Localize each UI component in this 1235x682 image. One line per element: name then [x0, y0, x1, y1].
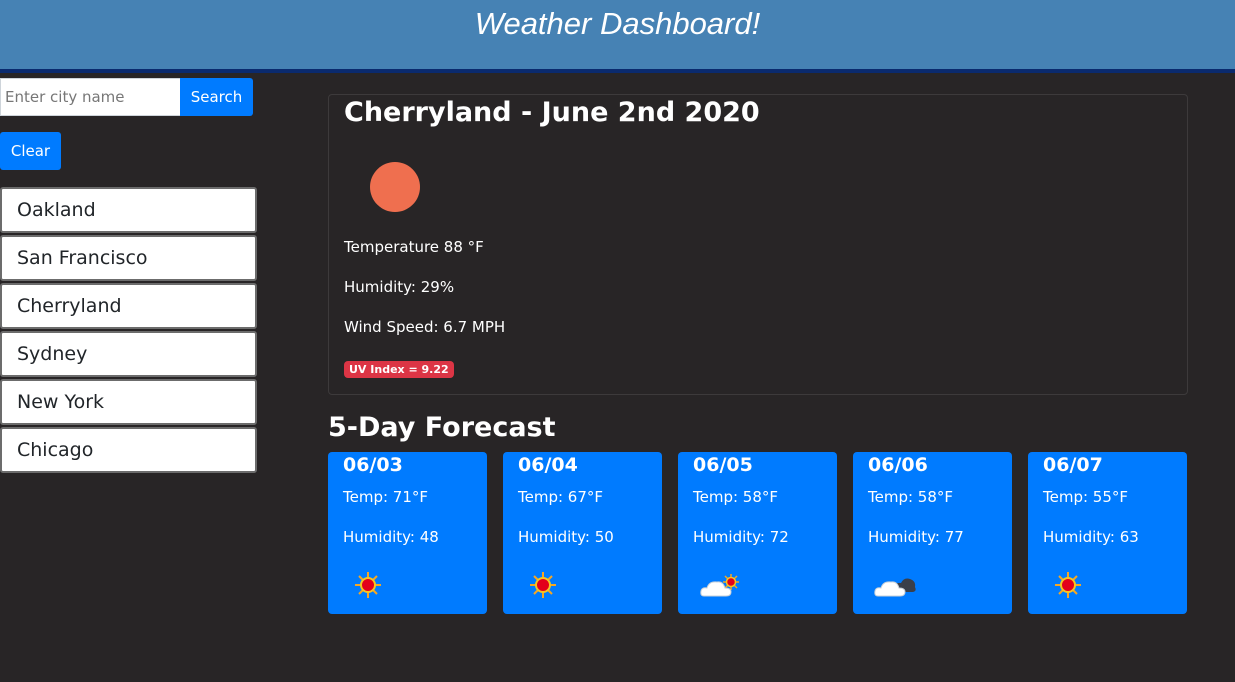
sun-icon — [1055, 572, 1081, 598]
forecast-humidity: Humidity: 50 — [518, 528, 614, 546]
search-button[interactable]: Search — [180, 78, 253, 116]
forecast-humidity: Humidity: 63 — [1043, 528, 1139, 546]
current-weather-card: Cherryland - June 2nd 2020 Temperature 8… — [328, 94, 1188, 395]
forecast-temp: Temp: 55°F — [1043, 488, 1129, 506]
city-item-oakland[interactable]: Oakland — [0, 187, 257, 233]
city-search-input[interactable] — [0, 78, 180, 116]
clear-button[interactable]: Clear — [0, 132, 61, 170]
forecast-temp: Temp: 58°F — [693, 488, 779, 506]
forecast-temp: Temp: 58°F — [868, 488, 954, 506]
forecast-card: 06/05 Temp: 58°F Humidity: 72 — [678, 452, 837, 614]
partly-cloudy-sun-icon — [700, 574, 739, 597]
sun-icon — [370, 162, 420, 212]
forecast-date: 06/03 — [343, 454, 403, 476]
forecast-heading: 5-Day Forecast — [328, 412, 556, 443]
humidity-text: Humidity: 29% — [344, 278, 455, 296]
forecast-humidity: Humidity: 48 — [343, 528, 439, 546]
forecast-temp: Temp: 67°F — [518, 488, 604, 506]
forecast-card: 06/07 Temp: 55°F Humidity: 63 — [1028, 452, 1187, 614]
temperature-text: Temperature 88 °F — [344, 238, 484, 256]
partly-cloudy-night-icon — [874, 578, 916, 597]
forecast-temp: Temp: 71°F — [343, 488, 429, 506]
uv-index-badge: UV Index = 9.22 — [344, 361, 454, 378]
current-city-title: Cherryland - June 2nd 2020 — [344, 97, 760, 128]
forecast-date: 06/04 — [518, 454, 578, 476]
forecast-date: 06/07 — [1043, 454, 1103, 476]
city-item-san-francisco[interactable]: San Francisco — [0, 235, 257, 281]
forecast-date: 06/05 — [693, 454, 753, 476]
forecast-date: 06/06 — [868, 454, 928, 476]
forecast-humidity: Humidity: 77 — [868, 528, 964, 546]
header-bar: Weather Dashboard! — [0, 0, 1235, 73]
forecast-humidity: Humidity: 72 — [693, 528, 789, 546]
city-item-chicago[interactable]: Chicago — [0, 427, 257, 473]
forecast-card: 06/04 Temp: 67°F Humidity: 50 — [503, 452, 662, 614]
sun-icon — [355, 572, 381, 598]
sun-icon — [530, 572, 556, 598]
page-title: Weather Dashboard! — [474, 6, 761, 41]
forecast-card: 06/03 Temp: 71°F Humidity: 48 — [328, 452, 487, 614]
wind-speed-text: Wind Speed: 6.7 MPH — [344, 318, 506, 336]
city-item-new-york[interactable]: New York — [0, 379, 257, 425]
city-item-cherryland[interactable]: Cherryland — [0, 283, 257, 329]
forecast-card: 06/06 Temp: 58°F Humidity: 77 — [853, 452, 1012, 614]
city-history-list: Oakland San Francisco Cherryland Sydney … — [0, 187, 257, 475]
city-item-sydney[interactable]: Sydney — [0, 331, 257, 377]
